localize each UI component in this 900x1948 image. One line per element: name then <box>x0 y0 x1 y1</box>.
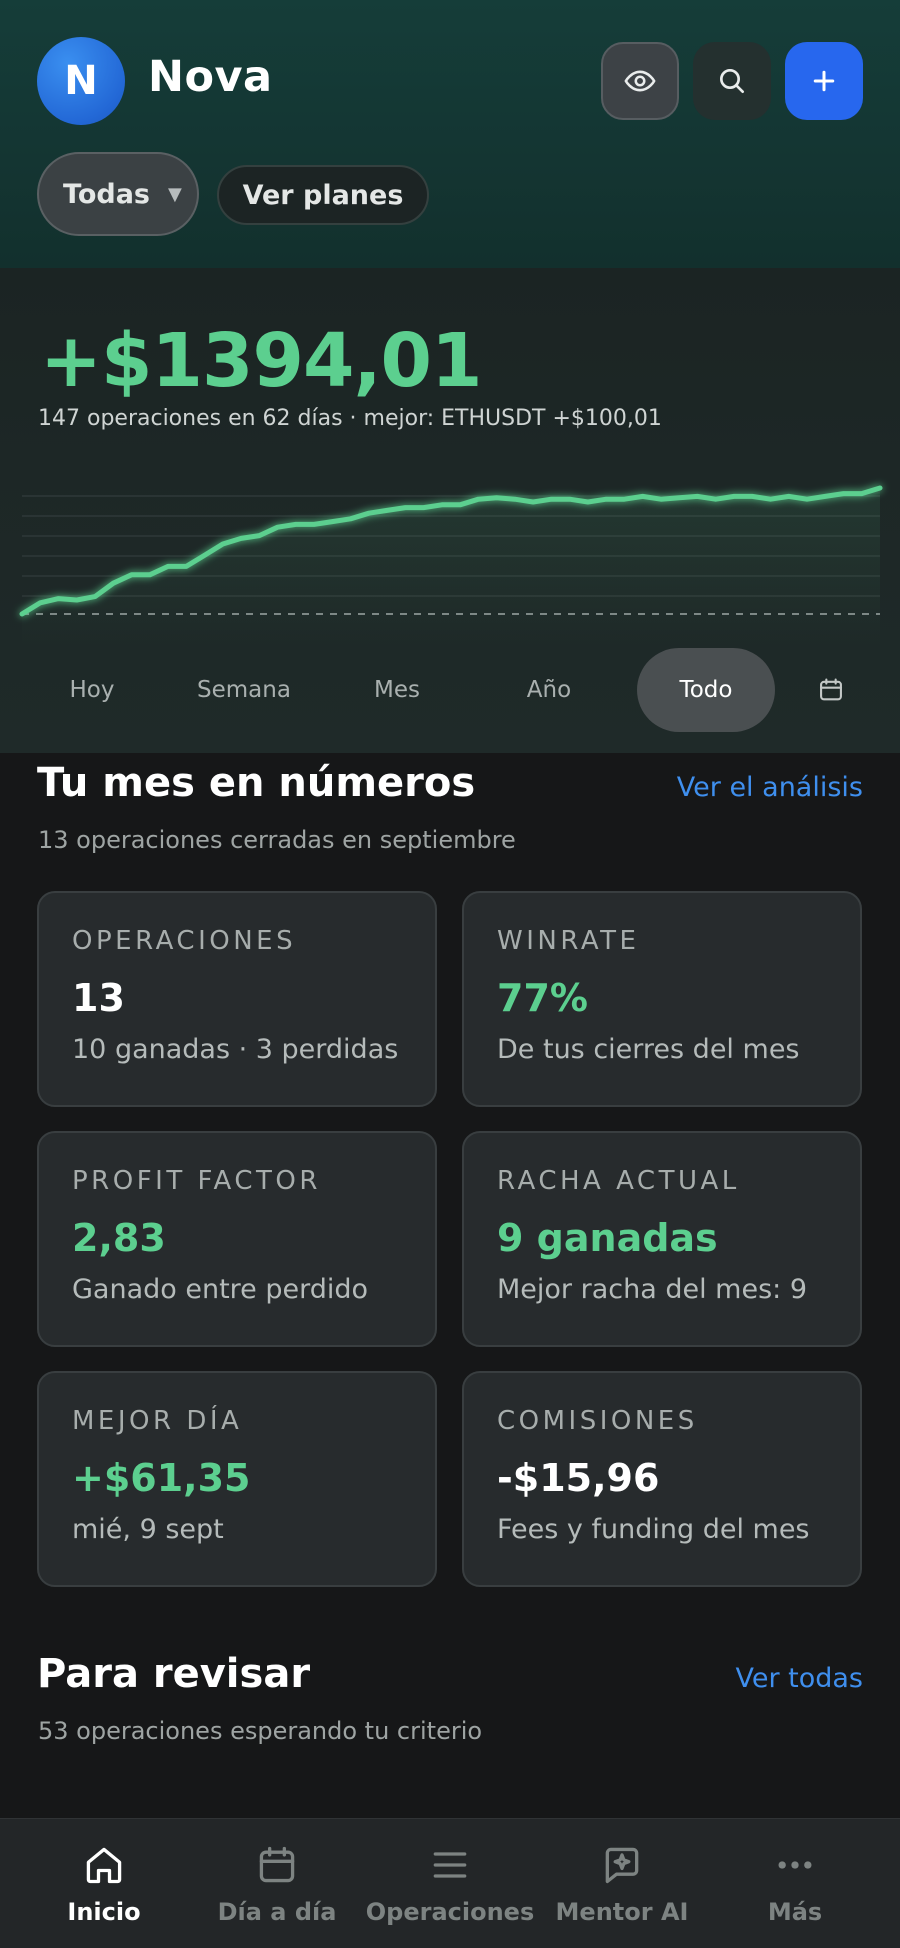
stat-label: OPERACIONES <box>72 926 297 956</box>
home-icon <box>86 1847 122 1884</box>
account-filter-dropdown[interactable]: Todas ▼ <box>37 152 199 236</box>
add-button[interactable] <box>785 42 863 120</box>
nav-label: Operaciones <box>365 1898 535 1926</box>
stat-description: De tus cierres del mes <box>497 1034 800 1065</box>
toggle-visibility-button[interactable] <box>601 42 679 120</box>
chart-area <box>22 488 880 648</box>
view-all-link[interactable]: Ver todas <box>735 1663 863 1694</box>
app-name: Nova <box>148 52 273 102</box>
view-plans-label: Ver planes <box>242 179 404 211</box>
stat-label: MEJOR DÍA <box>72 1406 243 1436</box>
stat-value: +$61,35 <box>72 1456 251 1500</box>
range-semana[interactable]: Semana <box>175 648 313 732</box>
more-icon <box>778 1861 812 1869</box>
review-section-subtitle: 53 operaciones esperando tu criterio <box>38 1717 483 1745</box>
stat-card-profit-factor[interactable]: PROFIT FACTOR 2,83 Ganado entre perdido <box>37 1131 437 1347</box>
nav-item-inicio[interactable]: Inicio <box>18 1819 190 1948</box>
stat-card-operations[interactable]: OPERACIONES 13 10 ganadas · 3 perdidas <box>37 891 437 1107</box>
chat-sparkle-icon <box>605 1847 639 1884</box>
plus-icon <box>813 70 835 92</box>
nav-item-dia-a-dia[interactable]: Día a día <box>191 1819 363 1948</box>
avatar[interactable]: N <box>37 37 125 125</box>
nav-item-mas[interactable]: Más <box>709 1819 881 1948</box>
stat-value: 77% <box>497 976 588 1020</box>
stat-card-streak[interactable]: RACHA ACTUAL 9 ganadas Mejor racha del m… <box>462 1131 862 1347</box>
stat-description: Fees y funding del mes <box>497 1514 810 1545</box>
nav-label: Mentor AI <box>555 1898 689 1926</box>
stat-description: mié, 9 sept <box>72 1514 224 1545</box>
review-section-title: Para revisar <box>37 1651 311 1697</box>
stat-value: -$15,96 <box>497 1456 660 1500</box>
avatar-letter: N <box>64 58 98 104</box>
nav-label: Día a día <box>217 1898 337 1926</box>
app-header: N Nova Todas ▼ Ver planes <box>0 0 900 268</box>
calendar-icon <box>259 1846 295 1883</box>
nav-label: Más <box>767 1898 823 1926</box>
custom-range-button[interactable] <box>803 648 859 732</box>
eye-icon <box>624 70 656 92</box>
view-analysis-link[interactable]: Ver el análisis <box>677 772 863 803</box>
search-icon <box>720 69 744 93</box>
pnl-summary: 147 operaciones en 62 días · mejor: ETHU… <box>38 406 662 431</box>
nav-item-operaciones[interactable]: Operaciones <box>364 1819 536 1948</box>
search-button[interactable] <box>693 42 771 120</box>
list-icon <box>433 1852 467 1878</box>
time-range-selector: Hoy Semana Mes Año Todo <box>23 648 883 732</box>
stat-card-best-day[interactable]: MEJOR DÍA +$61,35 mié, 9 sept <box>37 1371 437 1587</box>
stat-value: 9 ganadas <box>497 1216 718 1260</box>
stat-label: COMISIONES <box>497 1406 698 1436</box>
pnl-chart[interactable] <box>0 468 900 648</box>
stat-label: WINRATE <box>497 926 640 956</box>
calendar-icon <box>820 678 842 701</box>
bottom-navigation: Inicio Día a día Operaciones Mentor AI M… <box>0 1818 900 1948</box>
stat-value: 13 <box>72 976 125 1020</box>
total-pnl: +$1394,01 <box>40 318 483 404</box>
month-section-subtitle: 13 operaciones cerradas en septiembre <box>38 826 516 854</box>
stat-label: RACHA ACTUAL <box>497 1166 740 1196</box>
stat-description: Mejor racha del mes: 9 <box>497 1274 808 1305</box>
month-section-title: Tu mes en números <box>37 760 476 806</box>
stat-value: 2,83 <box>72 1216 166 1260</box>
caret-down-icon: ▼ <box>168 183 182 205</box>
nav-label: Inicio <box>67 1898 141 1926</box>
stat-label: PROFIT FACTOR <box>72 1166 321 1196</box>
stat-description: 10 ganadas · 3 perdidas <box>72 1034 399 1065</box>
stat-card-fees[interactable]: COMISIONES -$15,96 Fees y funding del me… <box>462 1371 862 1587</box>
range-ano[interactable]: Año <box>480 648 618 732</box>
account-filter-label: Todas <box>63 178 150 210</box>
pnl-hero: +$1394,01 147 operaciones en 62 días · m… <box>0 268 900 753</box>
range-todo[interactable]: Todo <box>637 648 775 732</box>
range-mes[interactable]: Mes <box>328 648 466 732</box>
view-plans-button[interactable]: Ver planes <box>217 165 429 225</box>
nav-item-mentor-ai[interactable]: Mentor AI <box>536 1819 708 1948</box>
stat-card-winrate[interactable]: WINRATE 77% De tus cierres del mes <box>462 891 862 1107</box>
range-hoy[interactable]: Hoy <box>23 648 161 732</box>
stat-description: Ganado entre perdido <box>72 1274 369 1305</box>
